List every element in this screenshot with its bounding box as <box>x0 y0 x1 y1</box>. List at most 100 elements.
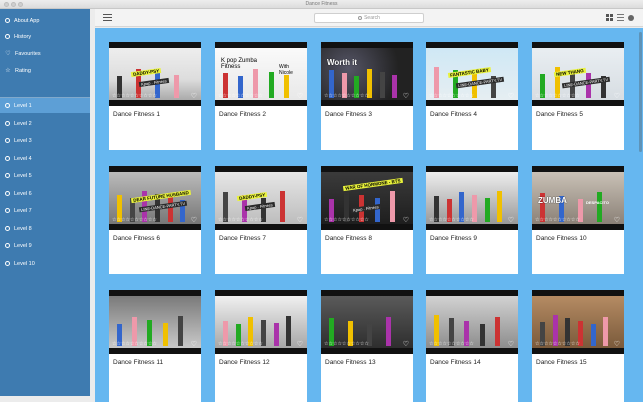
sidebar-item-history[interactable]: History <box>0 29 90 44</box>
video-title: Dance Fitness 14 <box>430 359 481 366</box>
video-thumbnail[interactable]: DADDY-PSY Kpop · Fitness ☆☆☆☆☆☆☆☆☆☆ ♡ <box>109 42 201 106</box>
sidebar-item-level-6[interactable]: Level 6 <box>0 186 90 201</box>
video-thumbnail[interactable]: WAR OF HORMONE - BTS Kpop · Fitness ☆☆☆☆☆☆… <box>321 166 413 230</box>
favorite-heart-icon[interactable]: ♡ <box>508 217 514 224</box>
video-card[interactable]: ZUMBA DESPACITO ☆☆☆☆☆☆☆☆☆☆ ♡ Dance Fitness 1… <box>532 166 624 274</box>
sidebar-item-level-5[interactable]: Level 5 <box>0 168 90 183</box>
sidebar-item-level-7[interactable]: Level 7 <box>0 203 90 218</box>
video-title: Dance Fitness 5 <box>536 111 583 118</box>
video-thumbnail[interactable]: Worth it ☆☆☆☆☆☆☆☆☆☆ ♡ <box>321 42 413 106</box>
video-card[interactable]: ☆☆☆☆☆☆☆☆☆☆ ♡ Dance Fitness 9 <box>426 166 518 274</box>
thumbnail-overlay-text: Worth it <box>327 58 358 67</box>
dancer-figure <box>162 323 168 346</box>
sidebar-item-rating[interactable]: ☆ Rating <box>0 63 90 78</box>
sidebar-item-level-2[interactable]: Level 2 <box>0 116 90 131</box>
favorite-heart-icon[interactable]: ♡ <box>403 93 409 100</box>
video-thumbnail[interactable]: ☆☆☆☆☆☆☆☆☆☆ ♡ <box>321 290 413 354</box>
favorite-heart-icon[interactable]: ♡ <box>297 93 303 100</box>
video-thumbnail[interactable]: ☆☆☆☆☆☆☆☆☆☆ ♡ <box>426 166 518 230</box>
video-card[interactable]: ☆☆☆☆☆☆☆☆☆☆ ♡ Dance Fitness 12 <box>215 290 307 402</box>
video-card[interactable]: K pop Zumba Fitness With Nicole ☆☆☆☆☆☆☆☆☆☆… <box>215 42 307 150</box>
list-view-icon[interactable] <box>617 14 624 21</box>
sidebar-item-level-9[interactable]: Level 9 <box>0 238 90 253</box>
rating-stars[interactable]: ☆☆☆☆☆☆☆☆☆☆ <box>429 217 474 223</box>
sidebar-item-level-3[interactable]: Level 3 <box>0 133 90 148</box>
video-card[interactable]: DEAR FUTURE HUSBAND LINE-DANCE-PARTY.TV ☆☆… <box>109 166 201 274</box>
gear-icon[interactable] <box>628 15 634 21</box>
favorite-heart-icon[interactable]: ♡ <box>403 341 409 348</box>
video-title: Dance Fitness 12 <box>219 359 270 366</box>
favorite-heart-icon[interactable]: ♡ <box>191 93 197 100</box>
sidebar-item-label: Level 8 <box>14 225 32 232</box>
video-card[interactable]: DADDY-PSY Kpop · Fitness ☆☆☆☆☆☆☆☆☆☆ ♡ Dance … <box>215 166 307 274</box>
sidebar-item-level-4[interactable]: Level 4 <box>0 151 90 166</box>
favorite-heart-icon[interactable]: ♡ <box>614 93 620 100</box>
rating-stars[interactable]: ☆☆☆☆☆☆☆☆☆☆ <box>429 93 474 99</box>
sidebar-item-level-10[interactable]: Level 10 <box>0 256 90 271</box>
grid-view-icon[interactable] <box>606 14 613 21</box>
sidebar-item-label: Level 1 <box>14 102 32 109</box>
menu-icon[interactable] <box>103 14 112 21</box>
sidebar-item-label: History <box>14 33 32 40</box>
video-thumbnail[interactable]: DADDY-PSY Kpop · Fitness ☆☆☆☆☆☆☆☆☆☆ ♡ <box>215 166 307 230</box>
sidebar-item-label: Rating <box>15 67 31 74</box>
favorite-heart-icon[interactable]: ♡ <box>614 217 620 224</box>
rating-stars[interactable]: ☆☆☆☆☆☆☆☆☆☆ <box>535 93 580 99</box>
rating-stars[interactable]: ☆☆☆☆☆☆☆☆☆☆ <box>112 93 157 99</box>
rating-stars[interactable]: ☆☆☆☆☆☆☆☆☆☆ <box>535 341 580 347</box>
favorite-heart-icon[interactable]: ♡ <box>297 341 303 348</box>
rating-stars[interactable]: ☆☆☆☆☆☆☆☆☆☆ <box>324 93 369 99</box>
search-field[interactable]: Search <box>314 13 424 23</box>
video-card[interactable]: ☆☆☆☆☆☆☆☆☆☆ ♡ Dance Fitness 11 <box>109 290 201 402</box>
favorite-heart-icon[interactable]: ♡ <box>508 341 514 348</box>
dancer-figure <box>497 191 503 222</box>
video-thumbnail[interactable]: NEW THANG LINE-DANCE-PARTY.TV ☆☆☆☆☆☆☆☆☆☆ ♡ <box>532 42 624 106</box>
favorite-heart-icon[interactable]: ♡ <box>403 217 409 224</box>
rating-stars[interactable]: ☆☆☆☆☆☆☆☆☆☆ <box>112 217 157 223</box>
sidebar-item-level-8[interactable]: Level 8 <box>0 221 90 236</box>
video-card[interactable]: WAR OF HORMONE - BTS Kpop · Fitness ☆☆☆☆☆☆… <box>321 166 413 274</box>
favorite-heart-icon[interactable]: ♡ <box>191 341 197 348</box>
sidebar-item-about-app[interactable]: About App <box>0 13 90 28</box>
rating-stars[interactable]: ☆☆☆☆☆☆☆☆☆☆ <box>112 341 157 347</box>
favorite-heart-icon[interactable]: ♡ <box>508 93 514 100</box>
video-thumbnail[interactable]: FANTASTIC BABY LINE-DANCE-PARTY.TV ☆☆☆☆☆☆☆… <box>426 42 518 106</box>
rating-stars[interactable]: ☆☆☆☆☆☆☆☆☆☆ <box>218 93 263 99</box>
dancer-figure <box>494 317 500 346</box>
sidebar-item-level-1[interactable]: Level 1 <box>0 98 90 113</box>
video-card[interactable]: NEW THANG LINE-DANCE-PARTY.TV ☆☆☆☆☆☆☆☆☆☆ ♡ D… <box>532 42 624 150</box>
video-card[interactable]: ☆☆☆☆☆☆☆☆☆☆ ♡ Dance Fitness 15 <box>532 290 624 402</box>
video-thumbnail[interactable]: K pop Zumba Fitness With Nicole ☆☆☆☆☆☆☆☆☆☆… <box>215 42 307 106</box>
favorite-heart-icon[interactable]: ♡ <box>191 217 197 224</box>
video-card[interactable]: ☆☆☆☆☆☆☆☆☆☆ ♡ Dance Fitness 14 <box>426 290 518 402</box>
dancer-figure <box>479 324 485 346</box>
clock-icon <box>5 34 10 39</box>
video-thumbnail[interactable]: ☆☆☆☆☆☆☆☆☆☆ ♡ <box>426 290 518 354</box>
rating-stars[interactable]: ☆☆☆☆☆☆☆☆☆☆ <box>535 217 580 223</box>
search-placeholder: Search <box>364 15 380 21</box>
video-thumbnail[interactable]: ☆☆☆☆☆☆☆☆☆☆ ♡ <box>215 290 307 354</box>
favorite-heart-icon[interactable]: ♡ <box>297 217 303 224</box>
video-card[interactable]: DADDY-PSY Kpop · Fitness ☆☆☆☆☆☆☆☆☆☆ ♡ Dance … <box>109 42 201 150</box>
sidebar-item-label: Level 3 <box>14 137 32 144</box>
video-thumbnail[interactable]: ZUMBA DESPACITO ☆☆☆☆☆☆☆☆☆☆ ♡ <box>532 166 624 230</box>
video-card[interactable]: FANTASTIC BABY LINE-DANCE-PARTY.TV ☆☆☆☆☆☆☆… <box>426 42 518 150</box>
favorite-heart-icon[interactable]: ♡ <box>614 341 620 348</box>
rating-stars[interactable]: ☆☆☆☆☆☆☆☆☆☆ <box>218 217 263 223</box>
video-title: Dance Fitness 1 <box>113 111 160 118</box>
video-thumbnail[interactable]: ☆☆☆☆☆☆☆☆☆☆ ♡ <box>109 290 201 354</box>
rating-stars[interactable]: ☆☆☆☆☆☆☆☆☆☆ <box>324 217 369 223</box>
rating-stars[interactable]: ☆☆☆☆☆☆☆☆☆☆ <box>218 341 263 347</box>
rating-stars[interactable]: ☆☆☆☆☆☆☆☆☆☆ <box>324 341 369 347</box>
sidebar-item-label: Level 6 <box>14 190 32 197</box>
video-title: Dance Fitness 10 <box>536 235 587 242</box>
rating-stars[interactable]: ☆☆☆☆☆☆☆☆☆☆ <box>429 341 474 347</box>
sidebar-item-favourites[interactable]: ♡ Favourites <box>0 46 90 61</box>
video-card[interactable]: ☆☆☆☆☆☆☆☆☆☆ ♡ Dance Fitness 13 <box>321 290 413 402</box>
video-card[interactable]: Worth it ☆☆☆☆☆☆☆☆☆☆ ♡ Dance Fitness 3 <box>321 42 413 150</box>
sidebar: About App History ♡ Favourites ☆ Rating … <box>0 9 90 396</box>
video-title: Dance Fitness 9 <box>430 235 477 242</box>
video-thumbnail[interactable]: ☆☆☆☆☆☆☆☆☆☆ ♡ <box>532 290 624 354</box>
video-thumbnail[interactable]: DEAR FUTURE HUSBAND LINE-DANCE-PARTY.TV ☆☆… <box>109 166 201 230</box>
scrollbar[interactable] <box>639 32 642 152</box>
